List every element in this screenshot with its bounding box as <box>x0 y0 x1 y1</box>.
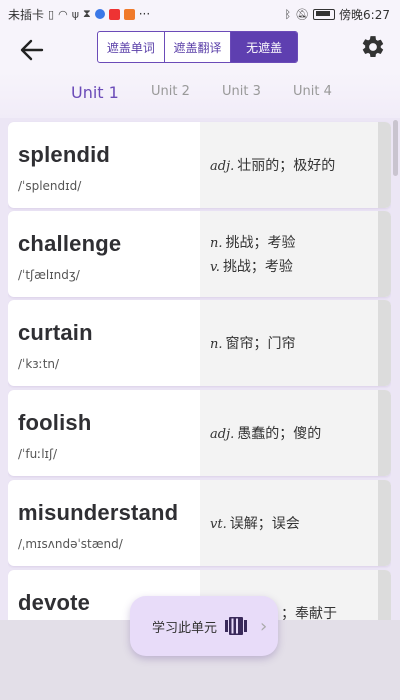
definition-side: n. 窗帘；门帘 <box>200 300 378 386</box>
word-side: misunderstand /ˌmɪsʌndəˈstænd/ <box>8 480 200 566</box>
word-text: challenge <box>18 231 122 256</box>
tab-unit-1[interactable]: Unit 1 <box>71 83 119 102</box>
shop-icon <box>123 8 135 20</box>
settings-button[interactable] <box>360 34 386 60</box>
part-of-speech: v. <box>210 260 220 275</box>
definition-line: n. 窗帘；门帘 <box>210 333 378 353</box>
phonetic-text: /ˈfuːlɪʃ/ <box>18 447 58 461</box>
part-of-speech: n. <box>210 236 223 251</box>
definition-line: vt. 误解；误会 <box>210 513 378 533</box>
phonetic-text: /ˈkɜːtn/ <box>18 357 60 371</box>
word-side: challenge /ˈtʃælɪndʒ/ <box>8 211 200 297</box>
definition-side: adj. 愚蠢的；傻的 <box>200 390 378 476</box>
phonetic-text: /ˈsplendɪd/ <box>18 179 82 193</box>
phonetic-text: /ˈtʃælɪndʒ/ <box>18 268 80 282</box>
app-icon <box>108 8 120 20</box>
definition-line: adj. 壮丽的；极好的 <box>210 155 378 175</box>
back-button[interactable] <box>18 36 46 64</box>
word-text: misunderstand <box>18 500 179 525</box>
word-card[interactable]: splendid /ˈsplendɪd/ adj. 壮丽的；极好的 <box>8 122 391 208</box>
cover-mode-selector: 遮盖单词 遮盖翻译 无遮盖 <box>97 31 298 63</box>
usb-icon: ψ <box>71 7 79 21</box>
card-edge <box>378 570 391 620</box>
definition-text: 壮丽的；极好的 <box>237 158 336 174</box>
cover-word-option[interactable]: 遮盖单词 <box>98 32 165 62</box>
gear-icon <box>362 36 384 58</box>
clock: 傍晚6:27 <box>339 7 390 22</box>
word-text: foolish <box>18 410 92 435</box>
word-side: splendid /ˈsplendɪd/ <box>8 122 200 208</box>
status-right: ᛒ 🔕︎ 傍晚6:27 <box>284 6 390 23</box>
battery-icon <box>313 8 336 20</box>
cover-translation-option[interactable]: 遮盖翻译 <box>165 32 232 62</box>
definition-line: n. 挑战；考验 <box>210 232 378 252</box>
word-text: devote <box>18 590 91 615</box>
definition-line: v. 挑战；考验 <box>210 256 378 276</box>
tab-unit-2[interactable]: Unit 2 <box>151 84 190 99</box>
study-unit-button[interactable]: 学习此单元 <box>130 596 278 656</box>
more-indicator: ··· <box>138 7 151 21</box>
study-unit-label: 学习此单元 <box>152 620 218 636</box>
mute-icon: 🔕︎ <box>295 7 310 21</box>
word-card[interactable]: curtain /ˈkɜːtn/ n. 窗帘；门帘 <box>8 300 391 386</box>
definition-text: 挑战；考验 <box>222 259 293 275</box>
top-bar: 遮盖单词 遮盖翻译 无遮盖 <box>0 28 400 72</box>
part-of-speech: adj. <box>210 427 235 442</box>
part-of-speech: vt. <box>210 517 227 532</box>
word-list: splendid /ˈsplendɪd/ adj. 壮丽的；极好的 challen… <box>8 120 391 620</box>
definition-text: 挑战；考验 <box>225 235 296 251</box>
unit-tabs: Unit 1 Unit 2 Unit 3 Unit 4 <box>0 72 400 118</box>
scrollbar[interactable] <box>393 120 398 176</box>
word-text: splendid <box>18 142 111 167</box>
definition-line: ；奉献于 <box>278 603 378 620</box>
definition-text: ；奉献于 <box>281 606 337 620</box>
word-card[interactable]: foolish /ˈfuːlɪʃ/ adj. 愚蠢的；傻的 <box>8 390 391 476</box>
hourglass-icon: ⧗ <box>82 7 91 20</box>
phonetic-text: /ˌmɪsʌndəˈstænd/ <box>18 537 123 551</box>
book-icon <box>225 617 248 635</box>
definition-text: 误解；误会 <box>229 516 300 532</box>
bluetooth-icon: ᛒ <box>284 7 292 21</box>
card-edge <box>378 300 391 386</box>
no-cover-option[interactable]: 无遮盖 <box>231 32 297 62</box>
wifi-icon: ◠ <box>58 7 68 21</box>
status-left: 未插卡 ▯ ◠ ψ ⧗ ··· <box>8 6 150 23</box>
card-edge <box>378 480 391 566</box>
word-side: curtain /ˈkɜːtn/ <box>8 300 200 386</box>
word-side: foolish /ˈfuːlɪʃ/ <box>8 390 200 476</box>
tab-unit-3[interactable]: Unit 3 <box>222 84 261 99</box>
chevron-right-icon: › <box>260 616 268 637</box>
carrier-label: 未插卡 <box>8 7 45 22</box>
back-arrow-icon <box>20 39 44 61</box>
definition-side: adj. 壮丽的；极好的 <box>200 122 378 208</box>
word-text: curtain <box>18 320 93 345</box>
card-edge <box>378 122 391 208</box>
word-card[interactable]: misunderstand /ˌmɪsʌndəˈstænd/ vt. 误解；误会 <box>8 480 391 566</box>
definition-text: 愚蠢的；傻的 <box>237 426 322 442</box>
card-edge <box>378 390 391 476</box>
definition-side: n. 挑战；考验 v. 挑战；考验 <box>200 211 378 297</box>
definition-side: vt. 误解；误会 <box>200 480 378 566</box>
part-of-speech: n. <box>210 337 223 352</box>
status-bar: 未插卡 ▯ ◠ ψ ⧗ ··· ᛒ 🔕︎ 傍晚6:27 <box>0 0 400 28</box>
sim-icon: ▯ <box>48 7 55 21</box>
tab-unit-4[interactable]: Unit 4 <box>293 84 332 99</box>
word-card[interactable]: challenge /ˈtʃælɪndʒ/ n. 挑战；考验 v. 挑战；考验 <box>8 211 391 297</box>
definition-text: 窗帘；门帘 <box>225 336 296 352</box>
card-edge <box>378 211 391 297</box>
definition-line: adj. 愚蠢的；傻的 <box>210 423 378 443</box>
browser-icon <box>94 9 105 19</box>
part-of-speech: adj. <box>210 159 235 174</box>
